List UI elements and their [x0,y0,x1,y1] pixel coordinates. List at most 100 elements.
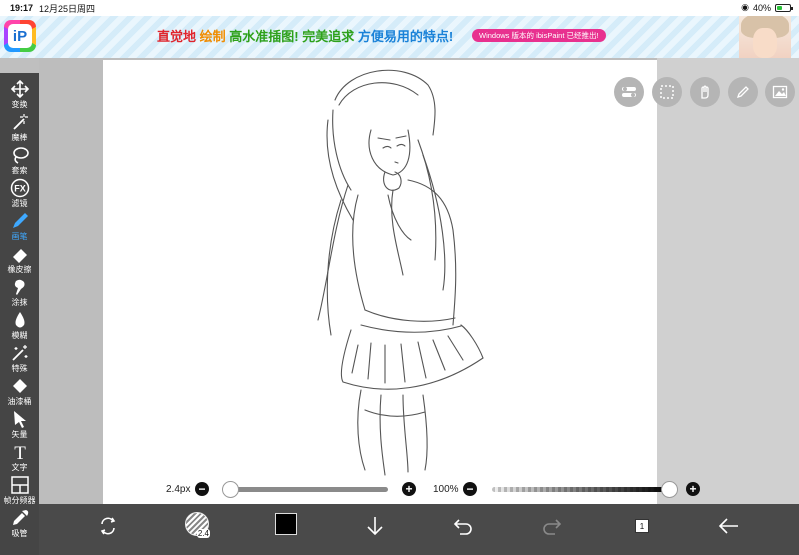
battery-icon [775,3,793,12]
bucket-icon [10,376,30,396]
status-right: ◉ 40% [741,2,793,13]
bottom-toolbar: 2.4 1 [39,504,799,555]
battery-percent: 40% [752,2,771,13]
text-icon: T [10,442,30,462]
svg-text:FX: FX [14,184,26,194]
brush-preview-button[interactable]: 2.4 [185,512,210,538]
ad-slogan-2: 绘制 [199,29,226,44]
opacity-increase-button[interactable]: + [686,482,700,496]
ad-banner[interactable]: iP 直觉地 绘制 高水准插图! 完美追求 方便易用的特点! Windows 版… [0,16,799,58]
tool-move[interactable]: 变换 [0,79,39,111]
ad-slogan-4: 完美追求 [302,29,355,44]
ad-slogan-3: 高水准插图! [229,29,299,44]
frame-divider-icon [10,475,30,495]
tool-frame-divider[interactable]: 帧分频器 [0,475,39,507]
brush-preview-size: 2.4 [196,529,210,538]
ad-slogan: 直觉地 绘制 高水准插图! 完美追求 方便易用的特点! [157,26,453,45]
tool-label: 文字 [11,463,28,472]
ad-windows-pill[interactable]: Windows 版本的 ibisPaint 已经推出! [472,29,606,42]
hand-tool-button[interactable] [690,77,720,107]
opacity-decrease-button[interactable]: − [463,482,477,496]
move-down-button[interactable] [362,513,388,539]
tool-label: 涂抹 [11,298,28,307]
tool-smudge[interactable]: 涂抹 [0,277,39,309]
tool-label: 油漆桶 [7,397,32,406]
transform-rotate-button[interactable] [95,513,121,539]
ad-slogan-5: 方便易用的特点! [357,29,454,44]
drawing-paper[interactable] [103,60,657,504]
canvas-margin [657,58,799,504]
eraser-icon [10,244,30,264]
sketch-drawing [317,69,484,476]
tool-label: 魔棒 [11,133,28,142]
ad-character-image [739,16,791,58]
tool-label: 套索 [11,166,28,175]
battery-fill [777,5,783,10]
blur-icon [10,310,30,330]
brush-icon [10,211,30,231]
svg-text:T: T [14,443,26,462]
image-icon [772,85,788,99]
back-button[interactable] [716,513,742,539]
opacity-slider-knob[interactable] [661,481,678,498]
tool-brush[interactable]: 画笔 [0,211,39,243]
layer-count-badge: 1 [635,519,654,538]
ad-slogan-1: 直觉地 [157,29,197,44]
pen-button[interactable] [728,77,758,107]
tool-fx[interactable]: FX 滤镜 [0,178,39,210]
hand-icon [701,85,709,99]
magic-wand-icon [10,112,30,132]
tool-label: 帧分频器 [3,496,36,505]
redo-icon [543,519,562,535]
tool-label: 橡皮擦 [7,265,32,274]
rotation-lock-icon: ◉ [741,2,749,12]
brush-size-slider[interactable] [224,487,388,492]
tool-special[interactable]: 特殊 [0,343,39,375]
tool-label: 吸管 [11,529,28,538]
tool-label: 矢量 [11,430,28,439]
tool-label: 滤镜 [11,199,28,208]
tool-label: 变换 [11,100,28,109]
status-time: 19:17 [10,3,34,13]
tool-eraser[interactable]: 橡皮擦 [0,244,39,276]
image-button[interactable] [765,77,795,107]
lasso-icon [10,145,30,165]
undo-icon [453,519,472,535]
tool-label: 特殊 [11,364,28,373]
eyedropper-icon [10,508,30,528]
opacity-slider[interactable] [492,487,670,492]
tool-sidebar: 变换魔棒套索 FX 滤镜画笔橡皮擦涂抹模糊特殊油漆桶矢量 T 文字帧分频器吸管 [0,73,39,555]
undo-button[interactable] [450,513,476,539]
layers-button[interactable]: 1 [629,513,655,539]
color-swatch-button[interactable] [275,513,297,535]
vector-icon [10,409,30,429]
selection-button[interactable] [652,77,682,107]
brush-size-label: 2.4px [166,484,191,495]
toggle-icon [622,87,636,97]
smudge-icon [10,277,30,297]
arrow-left-icon [718,518,738,534]
status-bar: 19:17 12月25日周四 ◉ 40% [0,0,799,16]
tool-text[interactable]: T 文字 [0,442,39,474]
tool-bucket[interactable]: 油漆桶 [0,376,39,408]
selection-icon [660,85,674,99]
size-decrease-button[interactable]: − [195,482,209,496]
arrow-down-icon [367,517,383,536]
tool-blur[interactable]: 模糊 [0,310,39,342]
fx-icon: FX [10,178,30,198]
ibispaint-logo: iP [4,20,36,52]
special-icon [10,343,30,363]
brush-size-slider-knob[interactable] [222,481,239,498]
tool-lasso[interactable]: 套索 [0,145,39,177]
tool-eyedropper[interactable]: 吸管 [0,508,39,540]
status-date: 12月25日周四 [39,3,96,14]
tool-magic-wand[interactable]: 魔棒 [0,112,39,144]
layer-toggle-button[interactable] [614,77,644,107]
tool-label: 画笔 [11,232,28,241]
tool-vector[interactable]: 矢量 [0,409,39,441]
logo-letter: iP [8,24,32,48]
tool-label: 模糊 [11,331,28,340]
size-increase-button[interactable]: + [402,482,416,496]
redo-button[interactable] [539,513,565,539]
pen-icon [736,86,749,99]
